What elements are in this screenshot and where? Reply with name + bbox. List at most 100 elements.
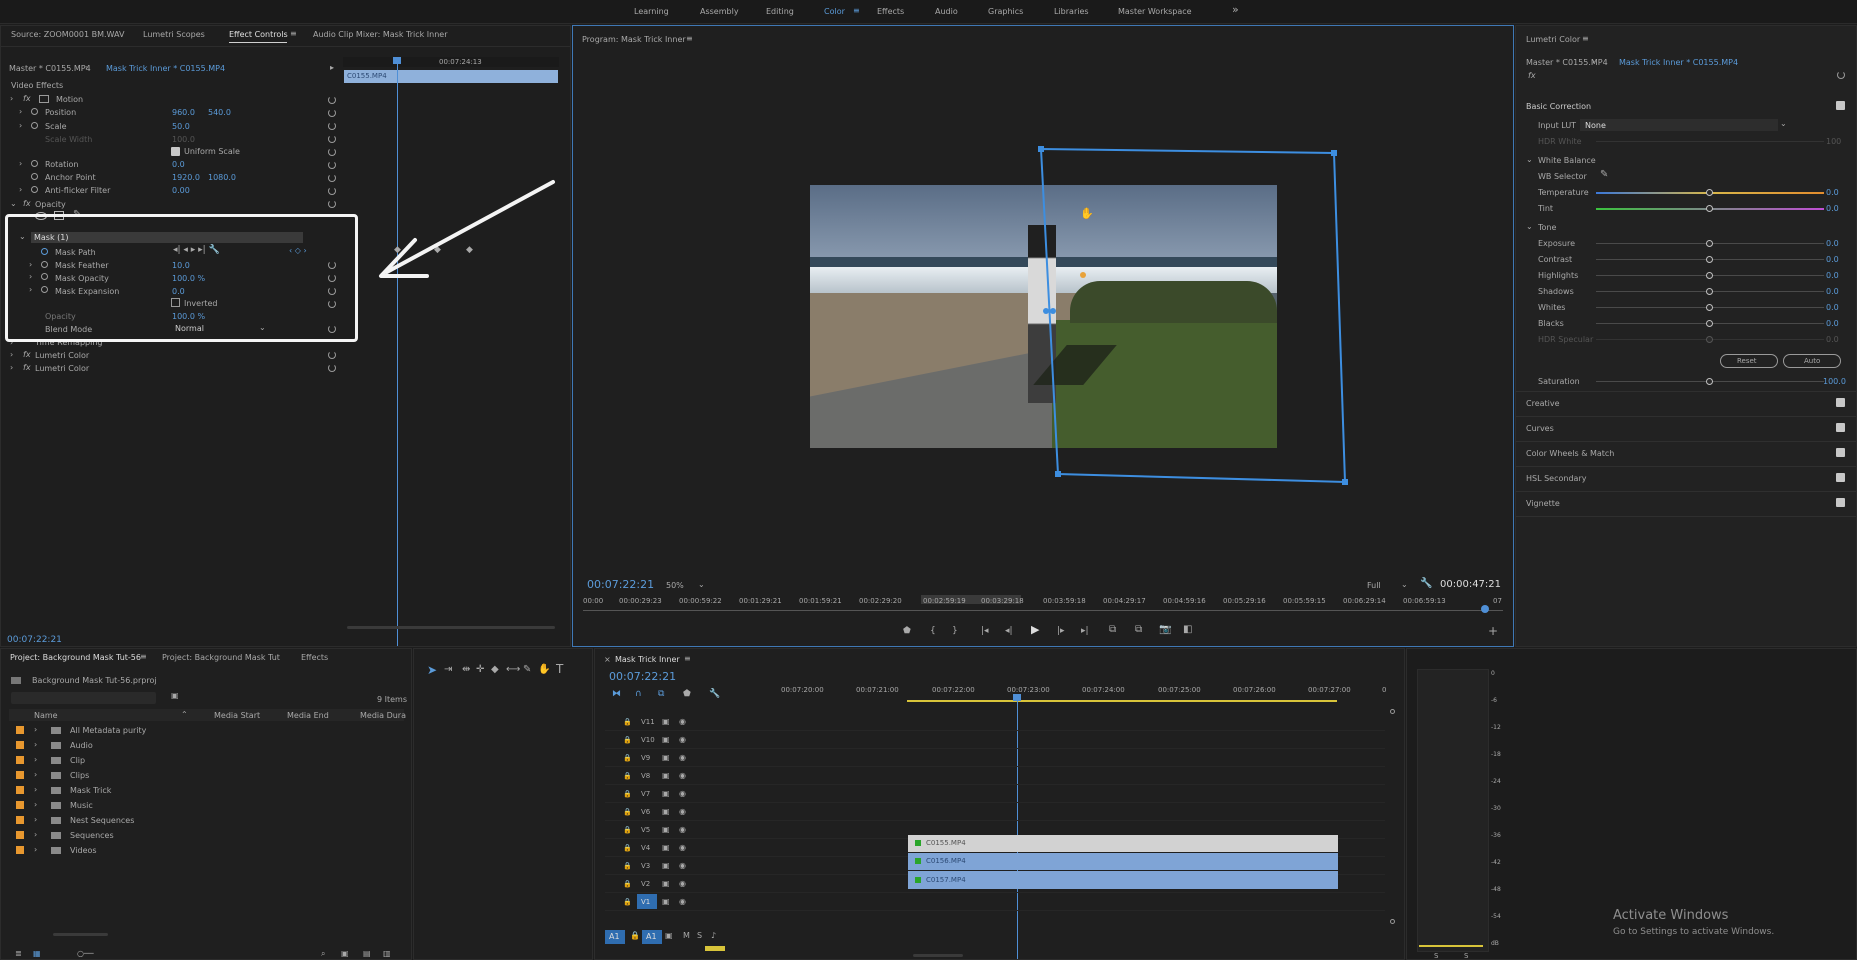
go-to-out-icon[interactable]: ▸| [1081,626,1089,636]
vertical-scroll-handle[interactable] [1390,919,1395,924]
selection-tool-icon[interactable]: ➤ [427,664,437,676]
rotation-toggle-icon[interactable]: › [19,159,22,169]
eye-icon[interactable]: ◉ [679,897,686,907]
ec-playhead[interactable] [397,57,398,646]
extract-icon[interactable]: ⧉ [1135,625,1142,635]
zoom-slider[interactable]: ○── [77,949,94,959]
play-only-icon[interactable]: ▸ [330,63,334,73]
hsl-secondary-checkbox[interactable] [1836,473,1845,482]
stopwatch-icon[interactable] [31,173,38,180]
workspace-graphics[interactable]: Graphics [988,7,1023,17]
stopwatch-icon[interactable] [31,108,38,115]
tab-audio-clip-mixer[interactable]: Audio Clip Mixer: Mask Trick Inner [313,30,448,39]
sequence-clip-label[interactable]: Mask Trick Inner * C0155.MP4 [106,64,225,74]
list-view-icon[interactable]: ≣ [15,949,22,959]
workspace-color[interactable]: Color [824,7,845,17]
track-header[interactable]: 🔒 V7 ▣ ◉ [623,786,743,802]
workspace-master[interactable]: Master Workspace [1118,7,1192,17]
anchor-y-value[interactable]: 1080.0 [208,173,236,183]
transform-icon[interactable] [39,95,49,103]
playhead-marker[interactable] [1481,605,1489,613]
lift-icon[interactable]: ⧉ [1109,625,1116,635]
chevron-down-icon[interactable]: ⌄ [1401,580,1408,590]
zoom-select[interactable]: 50% [666,581,684,591]
razor-tool-icon[interactable]: ◆ [491,665,499,675]
vertical-scroll-handle[interactable] [1390,709,1395,714]
reset-icon[interactable] [328,109,336,117]
ec-scrollbar[interactable] [347,626,555,629]
position-x-value[interactable]: 960.0 [172,108,195,118]
tone-toggle-icon[interactable]: ⌄ [1526,222,1533,232]
fx-badge-icon[interactable]: fx [23,363,31,373]
whites-value[interactable]: 0.0 [1826,303,1839,313]
mark-in-icon[interactable]: { [930,626,936,636]
antiflicker-toggle-icon[interactable]: › [19,185,22,195]
curves-checkbox[interactable] [1836,423,1845,432]
contrast-value[interactable]: 0.0 [1826,255,1839,265]
clip-v4[interactable] [908,853,1338,870]
lock-icon[interactable]: 🔒 [623,789,632,799]
solo-icon[interactable]: S [697,931,702,941]
lock-icon[interactable]: 🔒 [623,879,632,889]
eye-icon[interactable]: ◉ [679,807,686,817]
chevron-down-icon[interactable]: ⌄ [698,580,705,590]
scale-toggle-icon[interactable]: › [19,121,22,131]
list-item[interactable]: › Videos [9,843,404,857]
expand-arrow-icon[interactable]: › [34,785,37,795]
sync-lock-icon[interactable]: ▣ [662,789,670,799]
fx-badge-icon[interactable]: fx [1528,71,1536,81]
fx-badge-icon[interactable]: fx [23,199,31,209]
track-header[interactable]: 🔒 V3 ▣ ◉ [623,858,743,874]
ripple-edit-tool-icon[interactable]: ⇹ [462,665,470,675]
reset-icon[interactable] [328,351,336,359]
slider-knob[interactable] [1706,304,1713,311]
position-toggle-icon[interactable]: › [19,107,22,117]
motion-toggle-icon[interactable]: › [10,94,13,104]
sync-lock-icon[interactable]: ▣ [662,735,670,745]
reset-icon[interactable] [328,200,336,208]
list-item[interactable]: › Nest Sequences [9,813,404,827]
reset-icon[interactable] [328,174,336,182]
quality-select[interactable]: Full [1367,581,1381,591]
program-timecode[interactable]: 00:07:22:21 [587,579,654,590]
slider-knob[interactable] [1706,320,1713,327]
expand-arrow-icon[interactable]: › [34,800,37,810]
timeline-scrollbar[interactable] [913,954,963,957]
sync-lock-icon[interactable]: ▣ [662,807,670,817]
track-header[interactable]: 🔒 V4 ▣ ◉ [623,840,743,856]
tab-effect-controls[interactable]: Effect Controls [229,30,288,39]
eye-icon[interactable]: ◉ [679,861,686,871]
lumetri-toggle-icon[interactable]: › [10,350,13,360]
lock-icon[interactable]: 🔒 [623,771,632,781]
sync-lock-icon[interactable]: ▣ [662,843,670,853]
expand-arrow-icon[interactable]: › [34,755,37,765]
sort-icon[interactable]: ⌃ [181,710,188,720]
program-ruler[interactable]: 00:00 00:00:29:23 00:00:59:22 00:01:29:2… [583,595,1503,618]
hsl-secondary-section[interactable]: HSL Secondary [1526,474,1586,484]
mark-out-icon[interactable]: } [952,626,958,636]
meter-solo-left[interactable]: S [1434,951,1438,959]
slider-knob[interactable] [1706,189,1713,196]
tint-value[interactable]: 0.0 [1826,204,1839,214]
clip-v3[interactable] [908,871,1338,889]
expand-arrow-icon[interactable]: › [1592,57,1595,67]
lock-icon[interactable]: 🔒 [623,735,632,745]
workspace-learning[interactable]: Learning [634,7,669,17]
reset-icon[interactable] [328,135,336,143]
list-item[interactable]: › Sequences [9,828,404,842]
track-header[interactable]: 🔒 V11 ▣ ◉ [623,714,743,730]
sync-lock-icon[interactable]: ▣ [662,825,670,835]
reset-icon[interactable] [328,96,336,104]
master-clip-label[interactable]: Master * C0155.MP4 [1526,58,1608,68]
track-header[interactable]: 🔒 V10 ▣ ◉ [623,732,743,748]
track-select-tool-icon[interactable]: ⇥ [444,665,452,675]
project-scrollbar[interactable] [53,933,108,936]
panel-menu-icon[interactable]: ≡ [1582,34,1589,44]
new-item-icon[interactable]: ▤ [363,949,371,959]
workspace-overflow-icon[interactable]: » [1232,4,1239,15]
project-search-input[interactable] [11,692,156,704]
slider-knob[interactable] [1706,205,1713,212]
eye-icon[interactable]: ◉ [679,843,686,853]
tab-project-main[interactable]: Project: Background Mask Tut-56 [10,653,141,662]
sequence-clip-label[interactable]: Mask Trick Inner * C0155.MP4 [1619,58,1738,68]
